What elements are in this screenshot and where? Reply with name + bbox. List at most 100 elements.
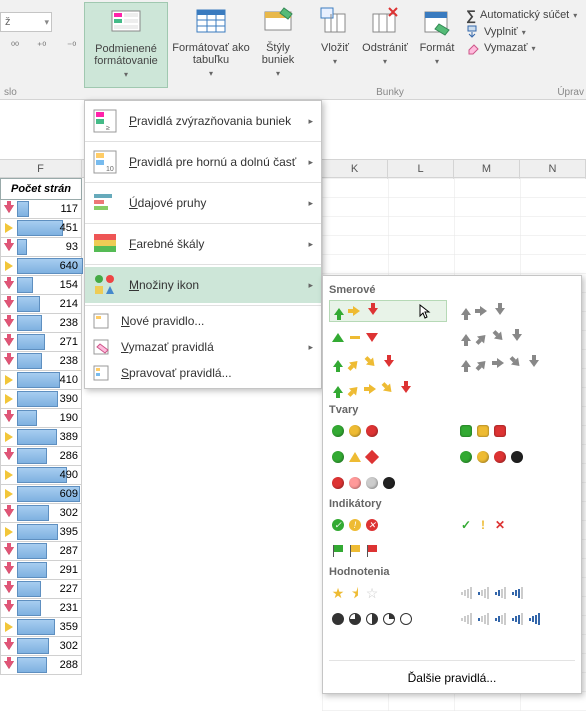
cell-value: 390 <box>60 393 78 405</box>
cell-value: 227 <box>60 583 78 595</box>
data-cell[interactable]: 395 <box>0 523 82 542</box>
iconset-5arrows-gray[interactable] <box>457 352 575 374</box>
column-header-N[interactable]: N <box>520 160 586 179</box>
color-scales-item[interactable]: Farebné škály ▸ <box>85 226 321 262</box>
insert-button[interactable]: Vložiť ▾ <box>314 2 356 68</box>
iconset-4trafficlights[interactable] <box>457 446 575 468</box>
format-label: Formát <box>414 40 460 54</box>
data-cell[interactable]: 227 <box>0 580 82 599</box>
cell-value: 238 <box>60 355 78 367</box>
data-cell[interactable]: 287 <box>0 542 82 561</box>
format-as-table-button[interactable]: Formátovať ako tabuľku ▾ <box>172 2 250 80</box>
format-button[interactable]: Formát ▾ <box>414 2 460 68</box>
iconset-3flags[interactable] <box>329 540 447 562</box>
eraser-icon <box>466 41 480 55</box>
autosum-label: Automatický súčet <box>480 9 569 21</box>
icon-sets-label: Množiny ikon <box>129 278 199 292</box>
data-cell[interactable]: 231 <box>0 599 82 618</box>
cell-value: 291 <box>60 564 78 576</box>
autosum-button[interactable]: ∑ Automatický súčet ▾ <box>462 6 584 24</box>
data-bar <box>17 391 58 407</box>
clear-button[interactable]: Vymazať ▾ <box>462 40 584 56</box>
cell-styles-button[interactable]: Štýly buniek ▾ <box>252 2 304 80</box>
column-header-L[interactable]: L <box>388 160 454 179</box>
data-cell[interactable]: 291 <box>0 561 82 580</box>
format-as-table-label: Formátovať ako tabuľku <box>172 40 250 66</box>
data-cell[interactable]: 490 <box>0 466 82 485</box>
arrow-down-icon <box>1 277 17 293</box>
cell-value: 302 <box>60 640 78 652</box>
iconset-4arrows-gray[interactable] <box>457 326 575 348</box>
top-bottom-rules-item[interactable]: 10 Pravidlá pre hornú a dolnú časť ▸ <box>85 144 321 180</box>
data-cell[interactable]: 190 <box>0 409 82 428</box>
iconset-3symbols-circled[interactable]: ✓!✕ <box>329 514 447 536</box>
iconset-4ratings-bars[interactable] <box>457 582 575 604</box>
data-cell[interactable]: 359 <box>0 618 82 637</box>
data-cell[interactable]: 214 <box>0 295 82 314</box>
manage-rules-item[interactable]: Spravovať pravidlá... <box>85 360 321 386</box>
conditional-formatting-menu: ≥ Pravidlá zvýrazňovania buniek ▸ 10 Pra… <box>84 100 322 389</box>
data-bar <box>17 315 42 331</box>
insert-label: Vložiť <box>314 40 356 54</box>
more-rules-label: Ďalšie pravidlá... <box>408 671 497 685</box>
name-box[interactable]: ž▾ <box>0 12 52 32</box>
arrow-down-icon <box>1 543 17 559</box>
data-cell[interactable]: 93 <box>0 238 82 257</box>
data-cell[interactable]: 410 <box>0 371 82 390</box>
manage-rules-label: Spravovať pravidlá... <box>121 366 232 380</box>
icon-sets-item[interactable]: Množiny ikon ▸ <box>85 267 321 303</box>
increase-decimal-btn[interactable]: ⁺⁰ <box>36 40 60 62</box>
iconset-3stars[interactable]: ★⯨☆ <box>329 582 447 604</box>
more-rules-item[interactable]: Ďalšie pravidlá... <box>329 665 575 689</box>
data-cell[interactable]: 154 <box>0 276 82 295</box>
svg-text:≥: ≥ <box>106 125 110 132</box>
conditional-formatting-button[interactable]: Podmienené formátovanie ▾ <box>84 2 168 88</box>
data-cell[interactable]: 117 <box>0 200 82 219</box>
cell-styles-icon <box>262 6 294 38</box>
column-header-F[interactable]: F <box>0 160 82 179</box>
clear-rules-label: Vymazať pravidlá <box>121 340 214 354</box>
data-cell[interactable]: 451 <box>0 219 82 238</box>
iconset-4arrows-colored[interactable] <box>329 352 447 374</box>
arrow-down-icon <box>1 410 17 426</box>
iconset-3arrows-colored[interactable] <box>329 300 447 322</box>
data-bar <box>17 220 63 236</box>
data-cell[interactable]: 302 <box>0 637 82 656</box>
data-cell[interactable]: 609 <box>0 485 82 504</box>
highlight-cells-rules-item[interactable]: ≥ Pravidlá zvýrazňovania buniek ▸ <box>85 103 321 139</box>
iconset-5ratings-bars[interactable] <box>457 608 575 630</box>
new-rule-item[interactable]: Nové pravidlo... <box>85 308 321 334</box>
table-header-cell[interactable]: Počet strán <box>0 178 82 200</box>
icon-sets-flyout: Smerové Tvary <box>322 275 582 694</box>
data-cell[interactable]: 238 <box>0 314 82 333</box>
arrow-right-icon <box>1 258 17 274</box>
data-cell[interactable]: 238 <box>0 352 82 371</box>
data-cell[interactable]: 286 <box>0 447 82 466</box>
iconset-3trafficlights-unrimmed[interactable] <box>329 420 447 442</box>
clear-rules-item[interactable]: Vymazať pravidlá ▸ <box>85 334 321 360</box>
data-cell[interactable]: 271 <box>0 333 82 352</box>
data-cell[interactable]: 302 <box>0 504 82 523</box>
new-rule-label: Nové pravidlo... <box>121 314 204 328</box>
iconset-3symbols-uncircled[interactable]: ✓!✕ <box>457 514 575 536</box>
data-cell[interactable]: 389 <box>0 428 82 447</box>
delete-button[interactable]: Odstrániť ▾ <box>358 2 412 68</box>
data-cell[interactable]: 288 <box>0 656 82 675</box>
data-bars-item[interactable]: Údajové pruhy ▸ <box>85 185 321 221</box>
data-bar <box>17 581 41 597</box>
iconset-3triangles[interactable] <box>329 326 447 348</box>
top-bottom-rules-label: Pravidlá pre hornú a dolnú časť <box>129 155 296 169</box>
iconset-3trafficlights-rimmed[interactable] <box>457 420 575 442</box>
iconset-3signs[interactable] <box>329 446 447 468</box>
iconset-redtoblack[interactable] <box>329 472 447 494</box>
fill-button[interactable]: Vyplniť ▾ <box>462 24 584 40</box>
iconset-5quarters[interactable] <box>329 608 447 630</box>
iconset-5boxes[interactable] <box>329 634 447 656</box>
data-cell[interactable]: 390 <box>0 390 82 409</box>
number-format-btn[interactable]: ⁰⁰ <box>0 40 30 62</box>
data-cell[interactable]: 640 <box>0 257 82 276</box>
iconset-5arrows-colored[interactable] <box>329 378 447 400</box>
iconset-3arrows-gray[interactable] <box>457 300 575 322</box>
column-header-M[interactable]: M <box>454 160 520 179</box>
column-header-K[interactable]: K <box>322 160 388 179</box>
